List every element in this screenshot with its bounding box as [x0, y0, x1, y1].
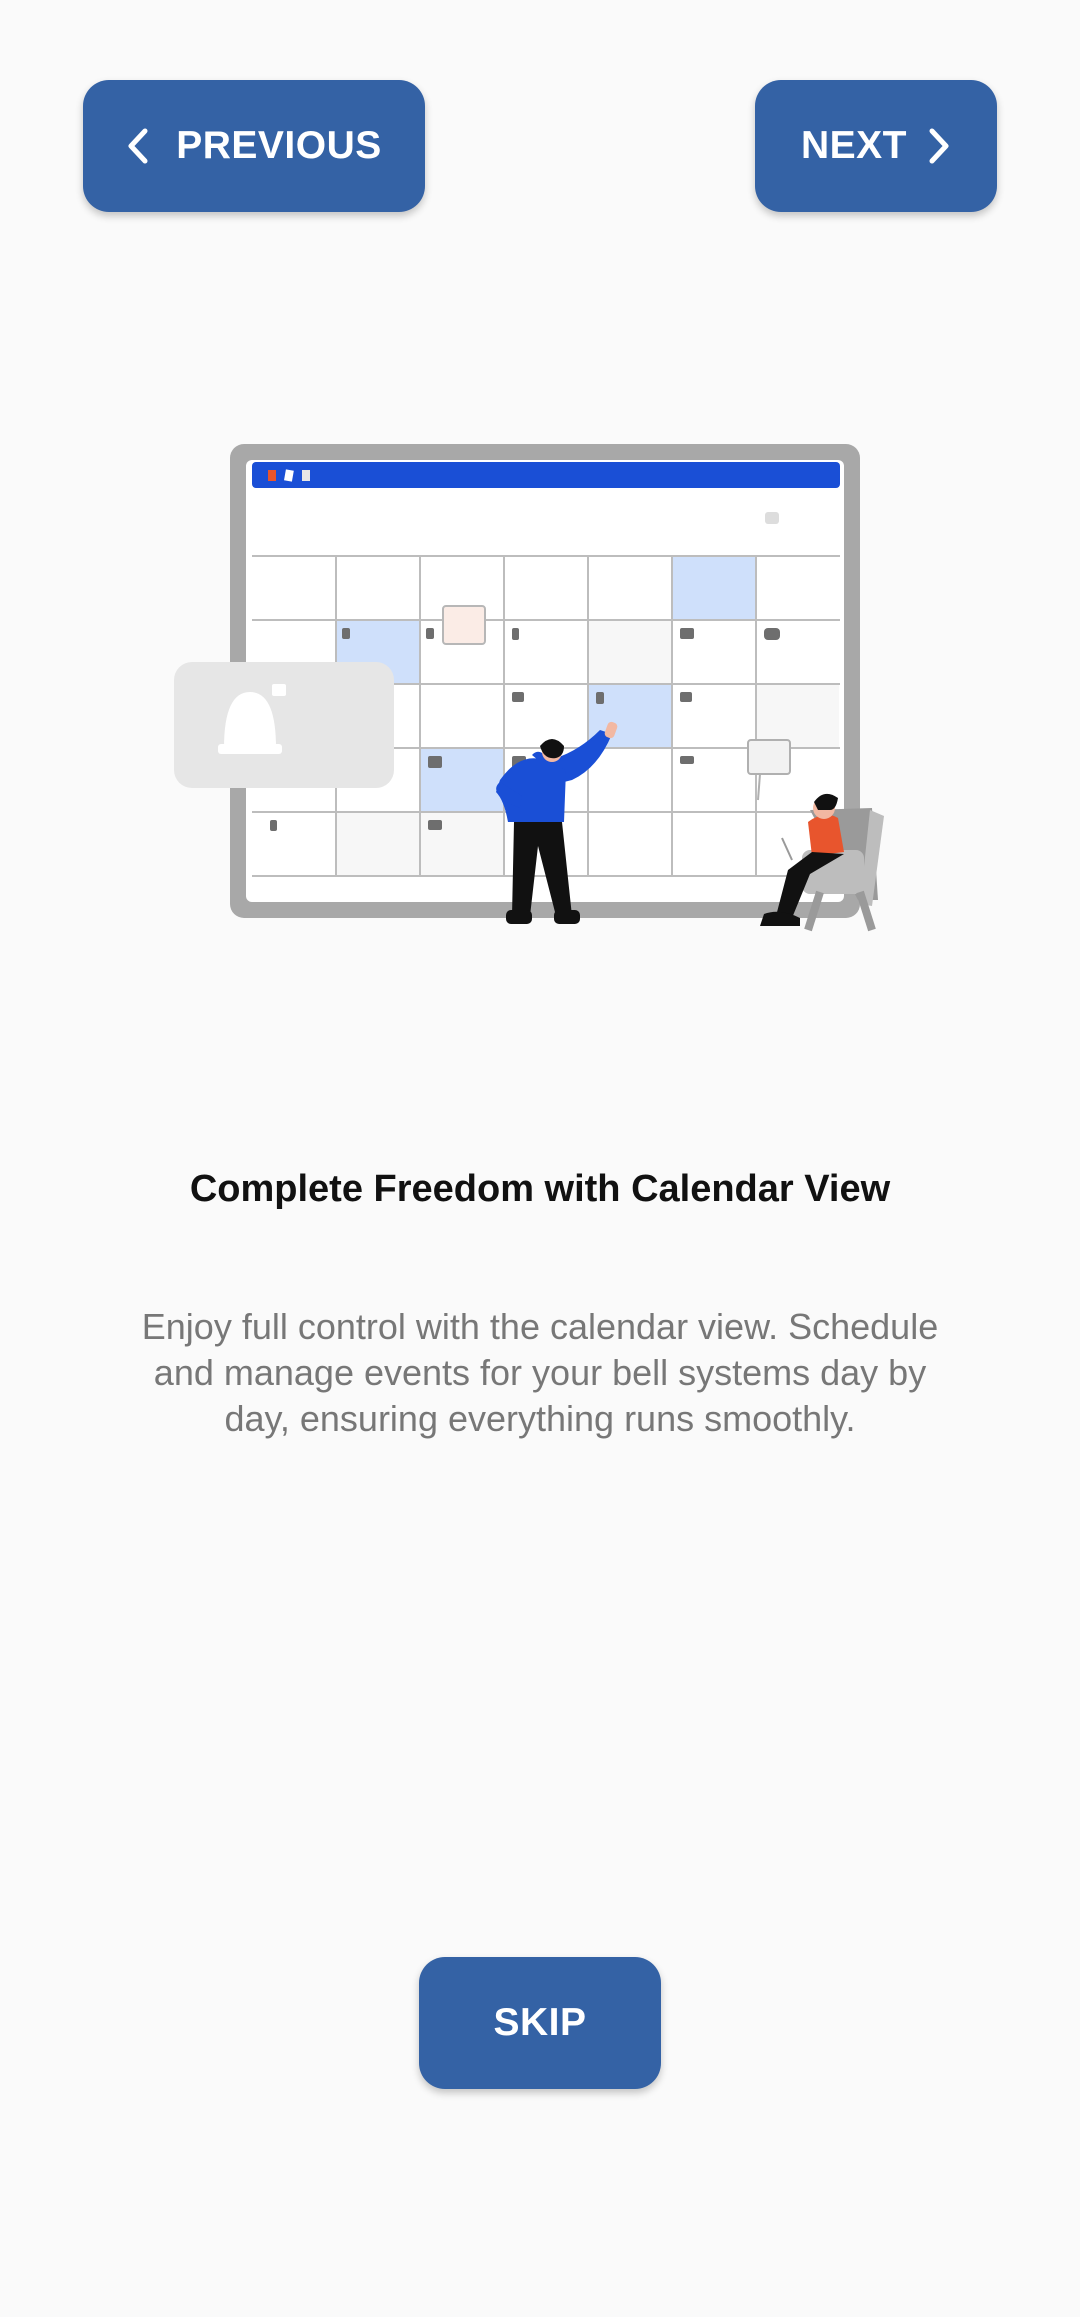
skip-label: SKIP: [493, 2001, 587, 2044]
previous-label: PREVIOUS: [176, 124, 382, 167]
onboarding-title: Complete Freedom with Calendar View: [189, 1168, 891, 1210]
next-label: NEXT: [800, 124, 907, 167]
chevron-left-icon: [120, 126, 156, 166]
highlight-cell: [673, 557, 755, 619]
skip-button[interactable]: SKIP: [419, 1957, 661, 2089]
chevron-right-icon: [921, 126, 957, 166]
calendar-illustration: [160, 430, 920, 960]
calendar-header-bar: [252, 462, 840, 488]
next-button[interactable]: NEXT: [755, 80, 997, 212]
onboarding-screen: PREVIOUS NEXT Complete Freedom with Cale…: [0, 0, 1080, 2317]
onboarding-description: Enjoy full control with the calendar vie…: [141, 1306, 939, 1439]
previous-button[interactable]: PREVIOUS: [83, 80, 425, 212]
bell-icon: [174, 662, 394, 788]
